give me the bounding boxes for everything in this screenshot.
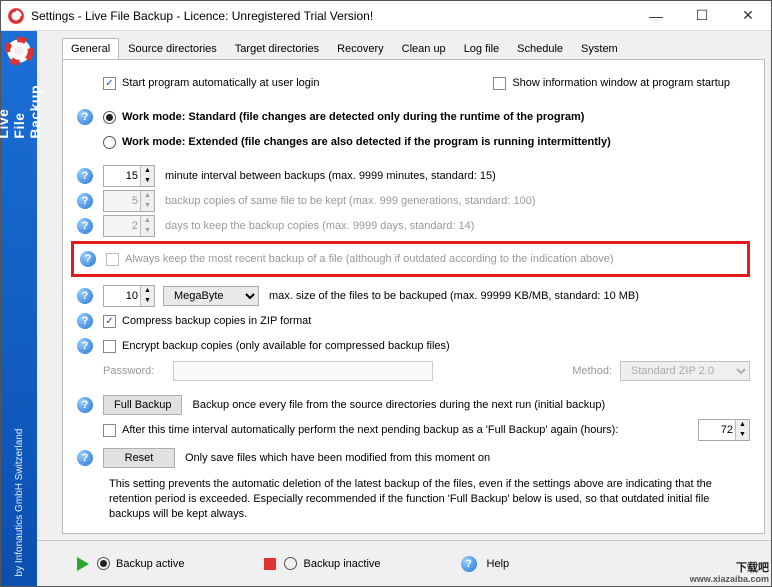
backup-inactive-label: Backup inactive (303, 558, 380, 570)
compress-label: Compress backup copies in ZIP format (122, 315, 311, 327)
help-icon[interactable]: ? (77, 109, 93, 125)
encrypt-checkbox[interactable] (103, 340, 116, 353)
backup-active-radio[interactable] (97, 557, 110, 570)
days-spinner[interactable]: ▲▼ (103, 215, 155, 237)
window-title: Settings - Live File Backup - Licence: U… (31, 9, 633, 23)
password-input[interactable] (173, 361, 433, 381)
help-icon[interactable]: ? (77, 193, 93, 209)
highlight-box: ? Always keep the most recent backup of … (71, 241, 750, 277)
watermark: 下载吧 www.xiazaiba.com (690, 555, 769, 584)
reset-label: Only save files which have been modified… (185, 452, 490, 464)
info-box: i This setting prevents the automatic de… (77, 477, 750, 522)
mode-standard-label: Work mode: Standard (file changes are de… (122, 111, 584, 123)
tabstrip: General Source directories Target direct… (37, 31, 771, 59)
help-label[interactable]: Help (487, 558, 510, 570)
tab-source[interactable]: Source directories (119, 38, 226, 60)
sidebar-vendor: by Infonautics GmbH Switzerland (14, 149, 25, 586)
tab-schedule[interactable]: Schedule (508, 38, 572, 60)
mode-standard-radio[interactable] (103, 111, 116, 124)
tab-recovery[interactable]: Recovery (328, 38, 392, 60)
help-icon[interactable]: ? (77, 218, 93, 234)
method-label: Method: (572, 365, 612, 377)
full-backup-label: Backup once every file from the source d… (192, 399, 605, 411)
tab-cleanup[interactable]: Clean up (393, 38, 455, 60)
help-icon[interactable]: ? (77, 288, 93, 304)
help-icon[interactable]: ? (77, 313, 93, 329)
maxsize-label: max. size of the files to be backuped (m… (269, 290, 639, 302)
lifebuoy-icon (5, 37, 33, 65)
app-icon (7, 7, 25, 25)
info-icon: i (77, 477, 99, 499)
method-select[interactable]: Standard ZIP 2.0 (620, 361, 750, 381)
close-button[interactable]: ✕ (725, 1, 771, 31)
general-panel: Start program automatically at user logi… (62, 59, 765, 534)
mode-extended-label: Work mode: Extended (file changes are al… (122, 136, 611, 148)
help-icon[interactable]: ? (80, 251, 96, 267)
copies-label: backup copies of same file to be kept (m… (165, 195, 536, 207)
interval-spinner[interactable]: ▲▼ (103, 165, 155, 187)
sidebar: Live File Backup by Infonautics GmbH Swi… (1, 31, 37, 586)
backup-active-label: Backup active (116, 558, 184, 570)
help-icon[interactable]: ? (77, 397, 93, 413)
mode-extended-radio[interactable] (103, 136, 116, 149)
reset-button[interactable]: Reset (103, 448, 175, 468)
after-interval-checkbox[interactable] (103, 424, 116, 437)
info-text: This setting prevents the automatic dele… (109, 477, 750, 522)
after-interval-label: After this time interval automatically p… (122, 424, 618, 436)
full-backup-button[interactable]: Full Backup (103, 395, 182, 415)
copies-spinner[interactable]: ▲▼ (103, 190, 155, 212)
password-label: Password: (103, 365, 173, 377)
after-interval-spinner[interactable]: ▲▼ (698, 419, 750, 441)
autostart-label: Start program automatically at user logi… (122, 77, 319, 89)
tab-target[interactable]: Target directories (226, 38, 328, 60)
tab-general[interactable]: General (62, 38, 119, 60)
minimize-button[interactable]: — (633, 1, 679, 31)
tab-system[interactable]: System (572, 38, 627, 60)
help-icon[interactable]: ? (77, 168, 93, 184)
interval-label: minute interval between backups (max. 99… (165, 170, 496, 182)
showinfo-checkbox[interactable] (493, 77, 506, 90)
tab-logfile[interactable]: Log file (455, 38, 508, 60)
showinfo-label: Show information window at program start… (512, 77, 730, 89)
play-icon (77, 557, 89, 571)
stop-icon (264, 558, 276, 570)
autostart-checkbox[interactable] (103, 77, 116, 90)
footer: Backup active Backup inactive ? Help 下载吧… (37, 540, 771, 586)
always-keep-checkbox[interactable] (106, 253, 119, 266)
maximize-button[interactable]: ☐ (679, 1, 725, 31)
sidebar-product: Live File Backup (0, 75, 43, 149)
backup-inactive-radio[interactable] (284, 557, 297, 570)
maxsize-spinner[interactable]: ▲▼ (103, 285, 155, 307)
days-label: days to keep the backup copies (max. 999… (165, 220, 474, 232)
help-icon[interactable]: ? (461, 556, 477, 572)
titlebar: Settings - Live File Backup - Licence: U… (1, 1, 771, 31)
help-icon[interactable]: ? (77, 450, 93, 466)
always-keep-label: Always keep the most recent backup of a … (125, 253, 614, 265)
encrypt-label: Encrypt backup copies (only available fo… (122, 340, 450, 352)
maxsize-unit-select[interactable]: MegaByte (163, 286, 259, 306)
compress-checkbox[interactable] (103, 315, 116, 328)
help-icon[interactable]: ? (77, 338, 93, 354)
